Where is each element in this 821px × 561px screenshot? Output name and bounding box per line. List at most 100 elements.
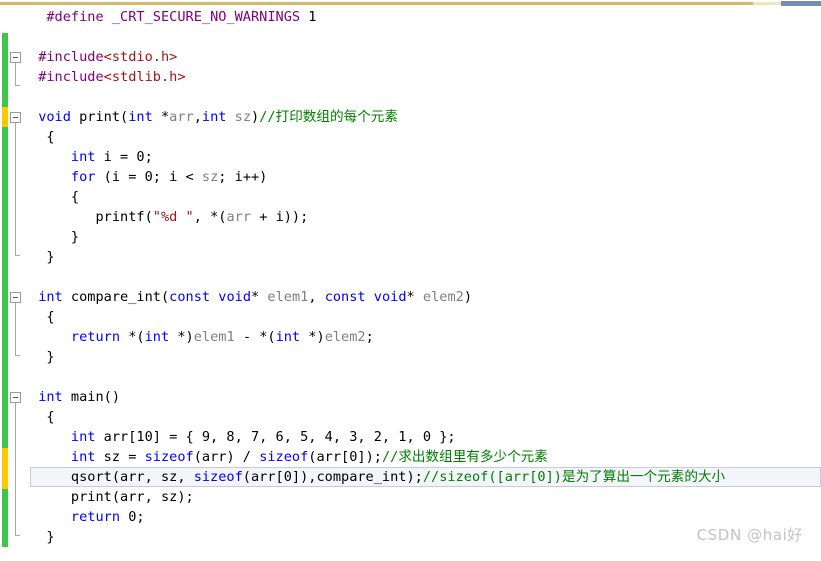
token-preproc: #define [46,9,112,25]
line-main-qsort[interactable]: qsort(arr, sz, sizeof(arr[0]),compare_in… [30,467,821,487]
line-compare-open-brace[interactable]: { [30,307,821,327]
window-chrome-strip [0,0,821,7]
fold-main-function-toggle[interactable] [10,392,21,403]
line-define[interactable]: #define _CRT_SECURE_NO_WARNINGS 1 [30,7,821,27]
token-plain: arr[10] = { 9, 8, 7, 6, 5, 4, 3, 2, 1, 0… [95,429,456,445]
token-plain: - *( [234,329,276,345]
token-string: <stdio.h> [103,49,178,65]
token-plain: } [70,229,80,245]
line-include-stdlib[interactable]: #include<stdlib.h> [30,67,821,87]
token-keyword: void [373,289,407,305]
fold-include-block-end-marker [15,85,20,86]
line-compare-return[interactable]: return *(int *)elem1 - *(int *)elem2; [30,327,821,347]
token-plain: 0; [120,509,145,525]
token-plain: *) [300,329,325,345]
outlining-margin[interactable] [8,7,30,561]
token-plain: printf( [95,209,153,225]
line-print-open-brace[interactable]: { [30,127,821,147]
token-plain: { [70,189,80,205]
token-plain: compare_int( [62,289,170,305]
token-plain: 1 [300,9,317,25]
token-keyword: int [70,149,96,165]
token-plain: { [46,309,55,325]
token-plain: , *( [193,209,227,225]
token-ident: elem1 [193,329,235,345]
token-keyword: void [38,109,71,125]
token-comment: //打印数组的每个元素 [259,109,398,125]
line-blank-2[interactable] [30,87,821,107]
line-main-print-call[interactable]: print(arr, sz); [30,487,821,507]
token-plain: + i)); [251,209,309,225]
token-plain: , [308,289,325,305]
line-blank-4[interactable] [30,367,821,387]
line-compare-close-brace[interactable]: } [30,347,821,367]
token-plain: i = 0; [95,149,153,165]
token-plain: (arr) / [193,449,260,465]
token-comment: //sizeof([arr[0])是为了算出一个元素的大小 [422,469,726,485]
token-preproc: _CRT_SECURE_NO_WARNINGS [111,9,301,25]
line-main-sz[interactable]: int sz = sizeof(arr) / sizeof(arr[0]);//… [30,447,821,467]
code-editor[interactable]: #define _CRT_SECURE_NO_WARNINGS 1 #inclu… [0,7,821,561]
token-plain: { [46,409,55,425]
line-print-decl-i[interactable]: int i = 0; [30,147,821,167]
token-comment: //求出数组里有多少个元素 [381,449,548,465]
token-plain: ; i++) [218,169,268,185]
token-preproc: #include [38,49,104,65]
token-plain: } [46,249,55,265]
window-chrome-accent [781,1,821,6]
line-print-close-brace[interactable]: } [30,247,821,267]
token-keyword: int [70,449,96,465]
line-print-for-open-brace[interactable]: { [30,187,821,207]
fold-print-function-toggle[interactable] [10,112,21,123]
token-plain: main() [62,389,121,405]
line-blank-1[interactable] [30,27,821,47]
line-print-for[interactable]: for (i = 0; i < sz; i++) [30,167,821,187]
token-plain: * [152,109,170,125]
line-main-open-brace[interactable]: { [30,407,821,427]
token-ident: sz [234,109,252,125]
token-ident: sz [201,169,219,185]
fold-include-block-toggle[interactable] [10,52,21,63]
fold-compare-int-function-toggle[interactable] [10,292,21,303]
token-keyword: void [218,289,252,305]
fold-include-block-guide [15,63,16,85]
fold-print-function-end-marker [15,255,20,256]
token-plain: *( [120,329,145,345]
toolbar-separator-bar-highlight [753,2,781,5]
fold-compare-int-function-end-marker [15,355,20,356]
token-plain: *) [169,329,194,345]
line-print-for-close-brace[interactable]: } [30,227,821,247]
token-plain: qsort(arr, sz, [70,469,194,485]
csdn-watermark: CSDN @hai好 [696,526,803,544]
token-plain: (i = 0; i < [95,169,202,185]
line-main-arr-init[interactable]: int arr[10] = { 9, 8, 7, 6, 5, 4, 3, 2, … [30,427,821,447]
token-plain: } [46,529,55,545]
token-plain: (arr[0]); [308,449,382,465]
line-include-stdio[interactable]: #include<stdio.h> [30,47,821,67]
token-plain: sz = [95,449,145,465]
line-print-signature[interactable]: void print(int *arr,int sz)//打印数组的每个元素 [30,107,821,127]
token-ident: elem2 [324,329,366,345]
token-keyword: int [128,109,153,125]
code-text-area[interactable]: #define _CRT_SECURE_NO_WARNINGS 1 #inclu… [30,7,821,561]
line-blank-3[interactable] [30,267,821,287]
token-ident: elem1 [267,289,309,305]
line-compare-int-signature[interactable]: int compare_int(const void* elem1, const… [30,287,821,307]
fold-compare-int-function-guide [15,303,16,355]
token-keyword: sizeof [193,469,243,485]
line-main-signature[interactable]: int main() [30,387,821,407]
line-printf[interactable]: printf("%d ", *(arr + i)); [30,207,821,227]
